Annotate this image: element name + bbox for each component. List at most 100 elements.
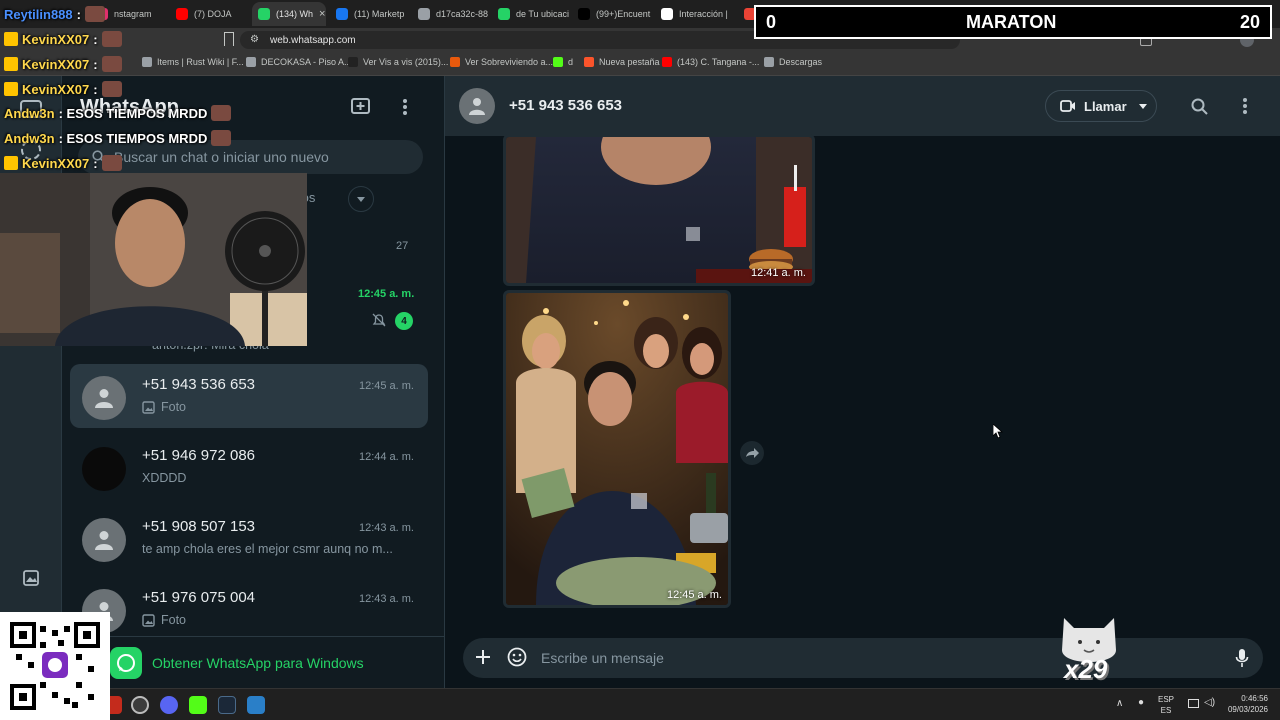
chat-list-item[interactable]: +51 946 972 086 12:44 a. m. XDDDD — [70, 435, 428, 499]
tab-favicon-icon — [336, 8, 348, 20]
bookmark-label: (143) C. Tangana -... — [677, 57, 760, 67]
conversation-panel: +51 943 536 653 Llamar 12:41 a. m. 12:45… — [445, 76, 1280, 688]
chat-message: : — [93, 56, 98, 72]
bookmark-item[interactable]: Ver Sobreviviendo a... — [450, 57, 553, 67]
qr-code — [0, 612, 110, 720]
avatar — [82, 447, 126, 491]
new-chat-icon[interactable] — [350, 96, 372, 116]
app-icon[interactable] — [247, 696, 265, 714]
contact-avatar[interactable] — [459, 88, 495, 124]
stream-chat-line: KevinXX07: — [4, 81, 122, 97]
clock-date: 09/03/2026 — [1227, 705, 1268, 714]
bookmark-item[interactable]: Items | Rust Wiki | F... — [142, 57, 244, 67]
call-button[interactable]: Llamar — [1045, 90, 1157, 122]
bookmark-favicon-icon — [246, 57, 256, 67]
emoji-icon[interactable] — [507, 647, 527, 667]
contact-name[interactable]: +51 943 536 653 — [509, 97, 622, 114]
muted-icon — [372, 313, 386, 327]
stream-chat-line: KevinXX07: — [4, 56, 122, 72]
bookmark-item[interactable]: Descargas — [764, 57, 822, 67]
menu-icon[interactable] — [1242, 97, 1248, 115]
filter-dropdown-icon[interactable] — [348, 186, 374, 212]
discord-icon[interactable] — [160, 696, 178, 714]
chat-time: 12:43 a. m. — [358, 522, 414, 534]
bookmark-label: d — [568, 57, 574, 67]
tab-label: Interacción | — [679, 9, 728, 19]
bookmark-item[interactable]: DECOKASA - Piso A... — [246, 57, 352, 67]
bookmark-item[interactable]: Ver Vis a vis (2015)... — [348, 57, 448, 67]
browser-tab[interactable]: Interacción | — [655, 2, 735, 26]
chat-name: +51 908 507 153 — [142, 518, 256, 535]
bookmark-label: Nueva pestaña — [599, 57, 660, 67]
stream-chat-line: Andw3n: ESOS TIEMPOS MRDD — [4, 130, 232, 146]
stream-chat-line: KevinXX07: — [4, 31, 122, 47]
volume-icon[interactable]: ◁) — [1204, 697, 1215, 708]
search-placeholder: Buscar un chat o iniciar uno nuevo — [114, 149, 329, 165]
browser-tab[interactable]: (99+)Encuent — [572, 2, 652, 26]
emote-icon — [101, 81, 122, 97]
bookmark-label: DECOKASA - Piso A... — [261, 57, 352, 67]
bookmark-icon[interactable] — [224, 32, 234, 46]
media-icon[interactable] — [21, 568, 41, 588]
lang-code: ESP — [1158, 695, 1175, 704]
lang-region: ES — [1160, 706, 1172, 715]
chat-list-item[interactable]: +51 976 075 004 12:43 a. m. Foto — [70, 577, 428, 641]
get-windows-app-banner[interactable]: Obtener WhatsApp para Windows — [62, 636, 445, 688]
conversation-header: +51 943 536 653 Llamar — [445, 76, 1280, 136]
tab-favicon-icon — [258, 8, 270, 20]
site-info-icon[interactable]: ⚙ — [250, 34, 259, 45]
language-indicator[interactable]: ESP ES — [1158, 694, 1174, 716]
chat-preview-text: Foto — [161, 613, 187, 627]
chat-list-item[interactable]: +51 908 507 153 12:43 a. m. te amp chola e… — [70, 506, 428, 570]
stream-chat-line: KevinXX07: — [4, 155, 122, 171]
chat-time: 12:43 a. m. — [358, 593, 414, 605]
video-call-icon — [1060, 100, 1076, 112]
chat-username: Andw3n — [4, 130, 55, 146]
steam-icon[interactable] — [218, 696, 236, 714]
browser-tab[interactable]: (11) Marketp — [330, 2, 410, 26]
browser-tab[interactable]: (7) DOJA — [170, 2, 250, 26]
chat-message: : ESOS TIEMPOS MRDD — [58, 105, 208, 121]
chat-name: +51 976 075 004 — [142, 589, 256, 606]
chat-time: 12:45 a. m. — [358, 288, 415, 300]
multiplier-label: x29 — [1064, 654, 1108, 684]
chat-preview-text: te amp chola eres el mejor csmr aunq no … — [142, 542, 393, 556]
crown-badge-icon — [4, 82, 18, 96]
network-icon[interactable] — [1188, 699, 1199, 708]
chrome-icon[interactable] — [131, 696, 149, 714]
image-message[interactable]: 12:45 a. m. — [503, 290, 731, 608]
whatsapp-app: WhatsApp Buscar un chat o iniciar uno nu… — [0, 76, 1280, 688]
message-input[interactable]: Escribe un mensaje — [463, 638, 1263, 678]
forward-icon[interactable] — [740, 441, 764, 465]
bookmark-item[interactable]: Nueva pestaña — [584, 57, 660, 67]
photo-icon — [142, 613, 155, 627]
bookmarks-bar: Items | Rust Wiki | F... DECOKASA - Piso … — [0, 52, 1280, 76]
emote-icon — [101, 155, 122, 171]
clock[interactable]: 0:46:56 09/03/2026 — [1228, 693, 1268, 715]
emote-icon — [101, 31, 122, 47]
bookmark-item[interactable]: (143) C. Tangana -... — [662, 57, 759, 67]
browser-tab[interactable]: de Tu ubicaci — [492, 2, 570, 26]
bookmark-item[interactable]: d — [553, 57, 573, 67]
close-tab-icon[interactable]: × — [319, 8, 325, 20]
crown-badge-icon — [4, 57, 18, 71]
tab-favicon-icon — [498, 8, 510, 20]
search-icon[interactable] — [1191, 98, 1208, 115]
menu-icon[interactable] — [402, 98, 408, 116]
microphone-icon[interactable]: ● — [1138, 697, 1144, 708]
image-message[interactable]: 12:41 a. m. — [503, 134, 815, 286]
chat-message: : — [76, 6, 81, 22]
plus-icon[interactable] — [475, 649, 491, 665]
browser-tab[interactable]: (134) Wh × — [252, 2, 326, 26]
kick-icon[interactable] — [189, 696, 207, 714]
browser-tab[interactable]: d17ca32c-88 — [412, 2, 490, 26]
tab-label: (11) Marketp — [354, 9, 405, 19]
crown-badge-icon — [4, 32, 18, 46]
chat-list-item[interactable]: +51 943 536 653 12:45 a. m. Foto — [70, 364, 428, 428]
chevron-up-icon[interactable]: ∧ — [1116, 698, 1123, 709]
avatar — [82, 376, 126, 420]
chat-name: +51 946 972 086 — [142, 447, 256, 464]
microphone-icon[interactable] — [1235, 648, 1249, 668]
webcam-feed — [0, 173, 307, 346]
stream-chat-line: Andw3n: ESOS TIEMPOS MRDD — [4, 105, 232, 121]
